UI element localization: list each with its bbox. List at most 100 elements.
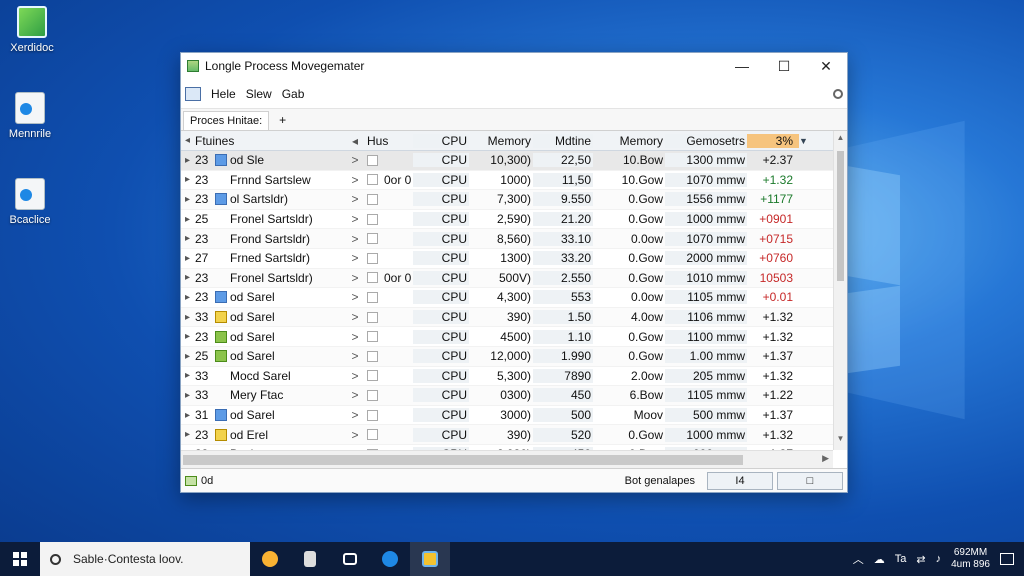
close-button[interactable]: ✕ [805,53,847,79]
notification-icon[interactable] [1000,553,1014,565]
taskbar-app-explorer[interactable] [330,542,370,576]
filter-icon[interactable]: ▼ [799,136,813,146]
expand-arrow-icon[interactable]: ▸ [185,233,195,244]
expand-arrow-icon[interactable]: ▸ [185,331,195,342]
title-bar[interactable]: Longle Process Movegemater — ☐ ✕ [181,53,847,79]
table-row[interactable]: ▸ 23 ol Sartsldr) > CPU 7,300) 9.550 0.Gow 1556 … [181,190,833,210]
row-checkbox[interactable] [367,331,378,343]
table-row[interactable]: ▸ 27 Frned Sartsldr) > CPU 1300) 33.20 0.Gow 200… [181,249,833,269]
expand-arrow-icon[interactable]: ▸ [185,390,195,401]
taskbar-search[interactable]: Sable·Contesta loov. [40,542,250,576]
row-checkbox[interactable] [367,429,378,441]
expand-arrow-icon[interactable]: ▸ [185,272,195,283]
col-header-multi[interactable]: Mdtine [533,133,593,148]
tray-chevron-icon[interactable]: ︿ [853,551,864,567]
row-expand-icon[interactable]: > [343,153,367,167]
row-checkbox[interactable] [367,252,378,264]
scroll-thumb[interactable] [837,151,844,281]
volume-icon[interactable]: ♪ [936,553,942,565]
settings-gear-icon[interactable] [833,88,843,99]
start-button[interactable] [0,542,40,576]
table-row[interactable]: ▸ 23 od Sle > CPU 10,300) 22,50 10.Bow 1300 mmw +… [181,151,833,171]
table-row[interactable]: ▸ 23 od Erel > CPU 390) 520 0.Gow 1000 mmw +1.32 [181,425,833,445]
col-header-cpu[interactable]: CPU [413,133,469,148]
sort-arrow-icon[interactable]: ◂ [343,134,367,148]
expand-arrow-icon[interactable]: ▸ [185,214,195,225]
status-button-1[interactable]: I4 [707,471,773,490]
row-checkbox[interactable] [367,409,378,421]
row-checkbox[interactable] [367,389,378,401]
status-button-2[interactable]: □ [777,471,843,490]
taskbar-app-store[interactable] [290,542,330,576]
expand-arrow-icon[interactable]: ▸ [185,410,195,421]
row-checkbox[interactable] [367,233,378,245]
row-checkbox[interactable] [367,350,378,362]
table-row[interactable]: ▸ 23 Frond Sartsldr) > CPU 8,560) 33.10 0.0ow 10… [181,229,833,249]
row-expand-icon[interactable]: > [343,212,367,226]
cloud-icon[interactable]: ☁ [874,553,885,566]
table-row[interactable]: ▸ 33 od Sarel > CPU 390) 1.50 4.0ow 1106 mmw +1.3… [181,307,833,328]
menu-item-help[interactable]: Hele [211,87,236,101]
taskbar-app-process-manager[interactable] [410,542,450,576]
row-checkbox[interactable] [367,272,378,284]
col-header-memory[interactable]: Memory [469,134,533,148]
table-row[interactable]: ▸ 23 Frnnd Sartslew >0or 0 CPU 1000) 11,50 10.G… [181,171,833,191]
table-row[interactable]: ▸ 25 od Sarel > CPU 12,000) 1.990 0.Gow 1.00 mmw… [181,346,833,367]
row-expand-icon[interactable]: > [343,271,367,285]
row-checkbox[interactable] [367,213,378,225]
col-header-memory2[interactable]: Memory [593,134,665,148]
table-row[interactable]: ▸ 31 od Sarel > CPU 3000) 500 Moov 500 mmw +1.37 [181,406,833,426]
hscroll-thumb[interactable] [183,455,743,465]
window-menu-icon[interactable] [185,86,201,101]
add-tab-button[interactable]: + [269,110,296,130]
taskbar-app-edge[interactable] [370,542,410,576]
row-expand-icon[interactable]: > [343,192,367,206]
col-header-host[interactable]: Hus [367,134,413,148]
col-header-name[interactable]: ◂ Ftuines [181,134,343,148]
row-expand-icon[interactable]: > [343,330,367,344]
expand-arrow-icon[interactable]: ▸ [185,351,195,362]
expand-arrow-icon[interactable]: ▸ [185,312,195,323]
scroll-down-icon[interactable]: ▼ [834,434,847,448]
maximize-button[interactable]: ☐ [763,53,805,79]
expand-arrow-icon[interactable]: ▸ [185,174,195,185]
row-expand-icon[interactable]: > [343,349,367,363]
network-icon[interactable]: ⇄ [916,553,925,566]
expand-arrow-icon[interactable]: ▸ [185,370,195,381]
row-expand-icon[interactable]: > [343,290,367,304]
expand-arrow-icon[interactable]: ▸ [185,253,195,264]
row-checkbox[interactable] [367,174,378,186]
minimize-button[interactable]: — [721,53,763,79]
row-expand-icon[interactable]: > [343,369,367,383]
col-header-generated[interactable]: Gemosetrs [665,133,747,148]
menu-item-view[interactable]: Slew [246,87,272,101]
table-row[interactable]: ▸ 23 od Sarel > CPU 4,300) 553 0.0ow 1105 mmw +0.… [181,288,833,308]
row-expand-icon[interactable]: > [343,408,367,422]
table-row[interactable]: ▸ 23 Fronel Sartsldr) >0or 0 CPU 500V) 2.550 0.… [181,268,833,289]
vertical-scrollbar[interactable]: ▲ ▼ [833,131,847,450]
row-expand-icon[interactable]: > [343,388,367,402]
row-checkbox[interactable] [367,311,378,323]
desktop-icon-xerdidoc[interactable]: Xerdidoc [2,6,62,54]
menu-item-tab[interactable]: Gab [282,87,305,101]
tray-text[interactable]: Ta [895,553,907,565]
taskbar-app-chrome[interactable] [250,542,290,576]
scroll-up-icon[interactable]: ▲ [834,133,847,147]
row-expand-icon[interactable]: > [343,232,367,246]
row-expand-icon[interactable]: > [343,310,367,324]
scroll-right-icon[interactable]: ▶ [822,453,829,464]
row-expand-icon[interactable]: > [343,428,367,442]
row-checkbox[interactable] [367,291,378,303]
table-row[interactable]: ▸ 25 Fronel Sartsldr) > CPU 2,590) 21.20 0.Gow 1… [181,210,833,230]
desktop-icon-bcaclice[interactable]: Bcaclice [0,178,60,226]
col-header-percent[interactable]: 3% [747,133,799,148]
table-row[interactable]: ▸ 33 Mocd Sarel > CPU 5,300) 7890 2.0ow 205 mmw +… [181,367,833,387]
tab-processes[interactable]: Proces Hnitae: [183,111,270,130]
clock[interactable]: 692MM 4um 896 [951,547,990,571]
expand-arrow-icon[interactable]: ▸ [185,429,195,440]
expand-arrow-icon[interactable]: ▸ [185,194,195,205]
table-row[interactable]: ▸ 33 Mery Ftac > CPU 0300) 450 6.Bow 1105 mmw +1.… [181,386,833,406]
horizontal-scrollbar[interactable]: ▶ [181,450,833,468]
expand-arrow-icon[interactable]: ▸ [185,292,195,303]
table-row[interactable]: ▸ 23 od Sarel > CPU 4500) 1.10 0.Gow 1100 mmw +1.… [181,327,833,347]
